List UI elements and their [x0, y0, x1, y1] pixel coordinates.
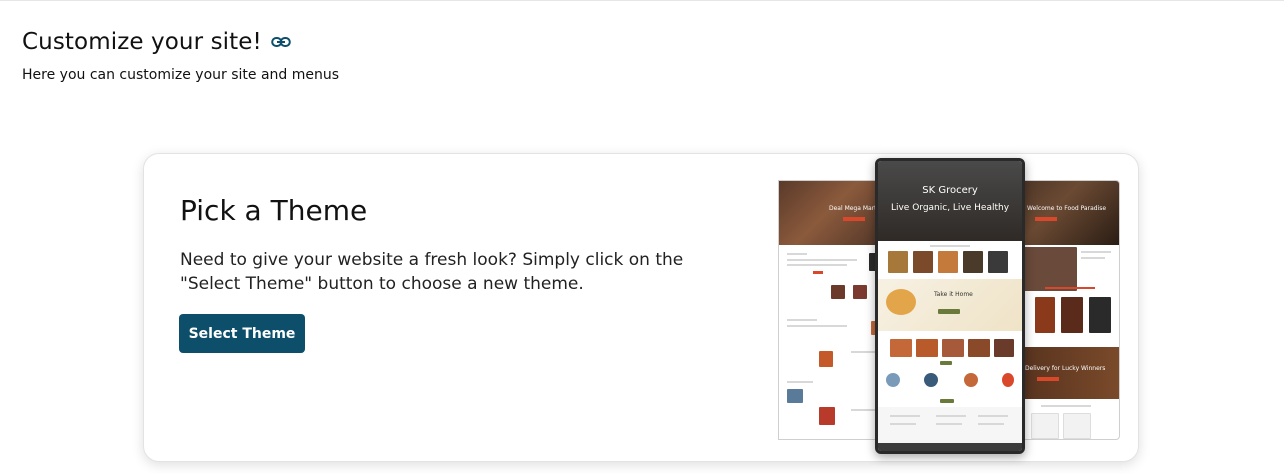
theme-preview-center: SK Grocery Live Organic, Live Healthy Ta…: [875, 158, 1025, 454]
preview-center-footer: [878, 443, 1022, 451]
preview-right-hero-button: [1035, 217, 1057, 221]
page-title: Customize your site!: [22, 29, 262, 55]
title-row: Customize your site!: [22, 29, 339, 55]
preview-left-hero-button: [843, 217, 865, 221]
preview-center-section: Take it Home: [878, 279, 1022, 331]
preview-right-banner-text: Delivery for Lucky Winners: [1025, 365, 1106, 372]
preview-center-hero: SK Grocery Live Organic, Live Healthy: [878, 161, 1022, 241]
preview-center-title: SK Grocery: [922, 185, 978, 196]
page-header: Customize your site! Here you can custom…: [22, 29, 339, 83]
preview-left-title: Deal Mega Mart: [829, 205, 877, 212]
page-subtitle: Here you can customize your site and men…: [22, 67, 340, 83]
preview-center-section-title: Take it Home: [934, 291, 973, 298]
select-theme-button[interactable]: Select Theme: [179, 314, 305, 353]
theme-card: Pick a Theme Need to give your website a…: [143, 153, 1139, 462]
theme-card-heading: Pick a Theme: [180, 194, 368, 227]
preview-right-title: Welcome to Food Paradise: [1027, 205, 1107, 212]
theme-card-description: Need to give your website a fresh look? …: [180, 250, 684, 294]
link-icon[interactable]: [270, 31, 292, 53]
preview-center-tagline: Live Organic, Live Healthy: [890, 203, 1010, 213]
